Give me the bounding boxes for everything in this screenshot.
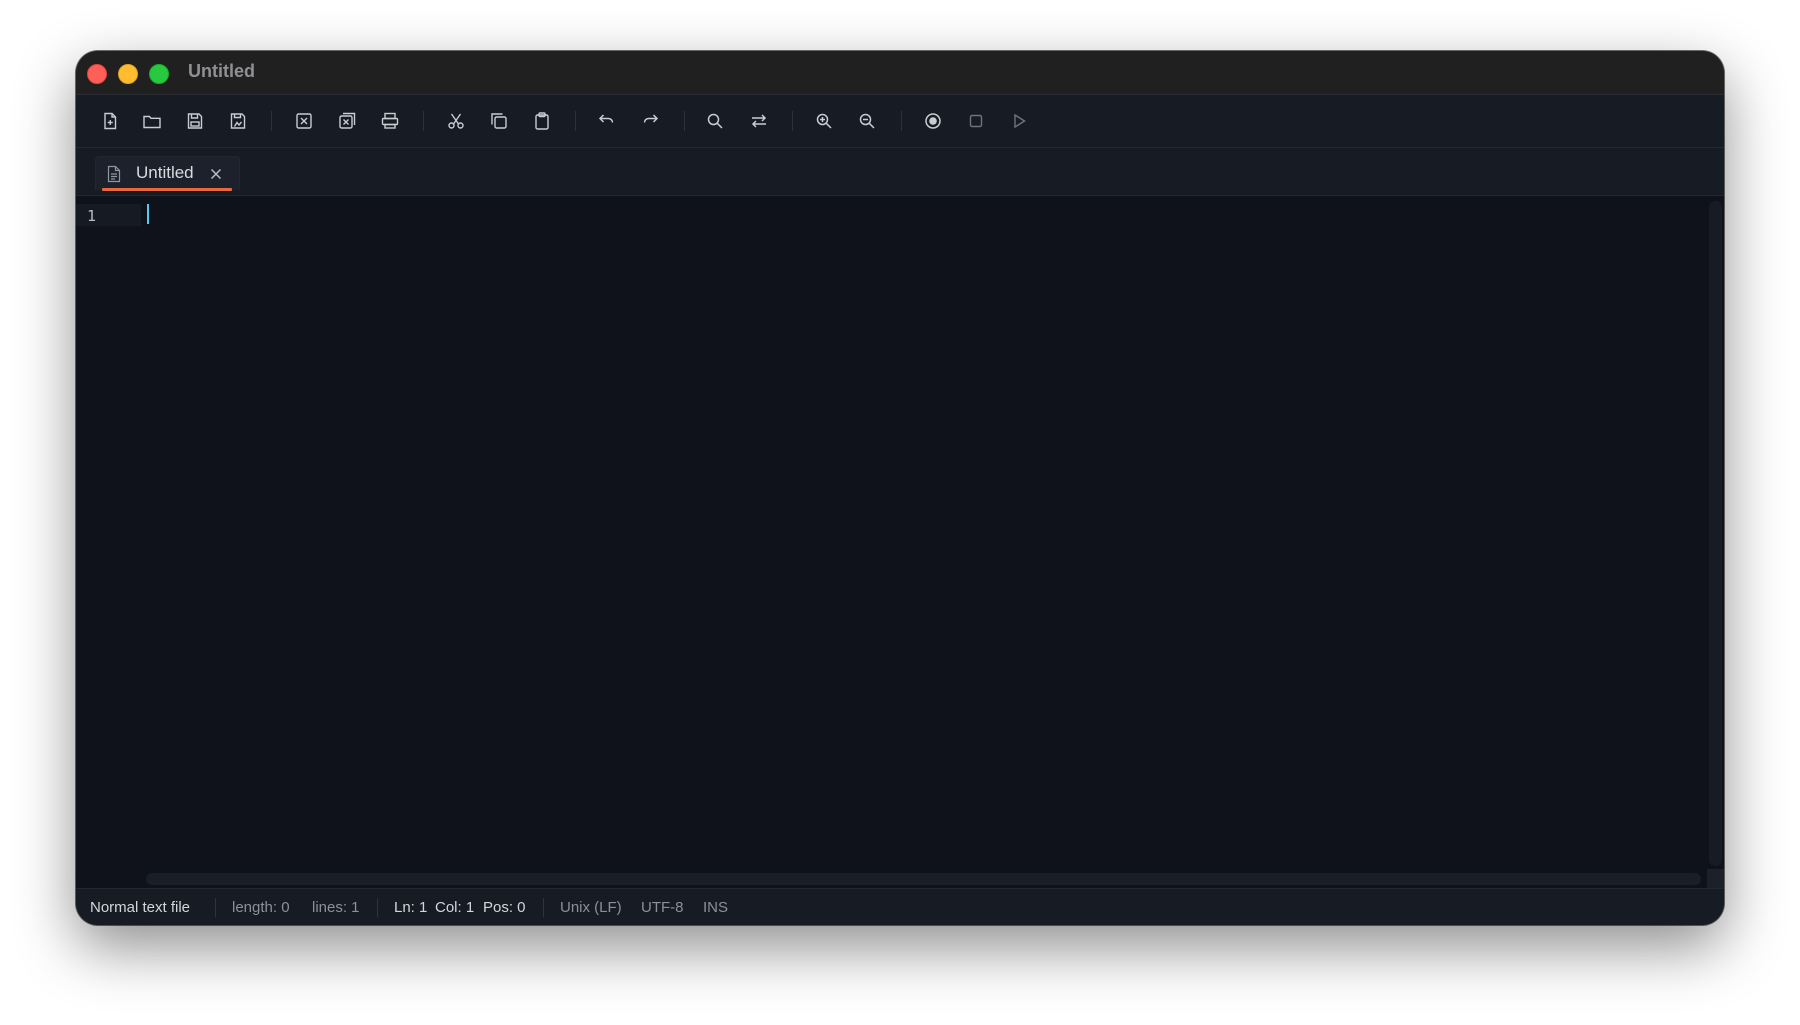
folder-icon: [143, 115, 161, 129]
maximize-window-button[interactable]: [149, 64, 169, 84]
record-macro-button[interactable]: [919, 107, 947, 135]
search-icon: [707, 113, 723, 129]
replace-button[interactable]: [745, 107, 773, 135]
line-number: 1: [87, 207, 97, 225]
vertical-scrollbar[interactable]: [1709, 201, 1722, 866]
toolbar-separator: [792, 111, 793, 131]
play-macro-button[interactable]: [1005, 107, 1033, 135]
toolbar-separator: [575, 111, 576, 131]
new-file-icon: [104, 112, 117, 130]
status-bar: Normal text file length: 0 lines: 1 Ln: …: [76, 888, 1724, 925]
scissors-icon: [448, 113, 464, 129]
record-icon: [925, 113, 941, 129]
toolbar-separator: [684, 111, 685, 131]
close-tab-icon[interactable]: [208, 166, 224, 182]
editor-window: Untitled Untitled 1 Normal text file len…: [76, 51, 1724, 925]
status-encoding: UTF-8: [641, 899, 684, 916]
open-file-button[interactable]: [138, 107, 166, 135]
clipboard-icon: [535, 112, 549, 130]
redo-icon: [643, 114, 659, 123]
text-caret: [147, 204, 149, 224]
undo-icon: [598, 114, 614, 123]
zoom-in-icon: [816, 113, 832, 129]
window-title: Untitled: [188, 61, 255, 81]
status-length: length: 0: [232, 899, 290, 916]
document-icon: [107, 165, 121, 183]
tab-untitled[interactable]: Untitled: [95, 156, 240, 191]
close-file-icon: [296, 113, 312, 129]
copy-icon: [491, 113, 507, 129]
status-eol: Unix (LF): [560, 899, 622, 916]
copy-button[interactable]: [485, 107, 513, 135]
print-button[interactable]: [376, 107, 404, 135]
redo-button[interactable]: [637, 107, 665, 135]
status-separator: [377, 898, 378, 917]
zoom-out-icon: [859, 113, 875, 129]
save-button[interactable]: [181, 107, 209, 135]
toolbar-separator: [271, 111, 272, 131]
close-all-button[interactable]: [333, 107, 361, 135]
title-bar[interactable]: Untitled: [76, 51, 1724, 95]
status-position: Pos: 0: [483, 899, 526, 916]
stop-icon: [969, 114, 983, 128]
status-column: Col: 1: [435, 899, 475, 916]
tab-bar: Untitled: [76, 148, 1724, 196]
toolbar-separator: [901, 111, 902, 131]
status-file-type: Normal text file: [90, 899, 191, 916]
minimize-window-button[interactable]: [118, 64, 138, 84]
active-tab-indicator: [102, 188, 232, 191]
status-lines: lines: 1: [312, 899, 360, 916]
status-line: Ln: 1: [394, 899, 428, 916]
current-line-gutter: [76, 204, 141, 226]
undo-button[interactable]: [592, 107, 620, 135]
find-button[interactable]: [701, 107, 729, 135]
status-mode: INS: [703, 899, 729, 916]
print-icon: [381, 112, 399, 129]
save-all-icon: [230, 113, 246, 129]
zoom-in-button[interactable]: [810, 107, 838, 135]
text-editor-area[interactable]: 1: [76, 196, 1724, 888]
replace-icon: [751, 114, 767, 128]
scrollbar-corner: [1707, 869, 1724, 888]
new-file-button[interactable]: [96, 107, 124, 135]
zoom-out-button[interactable]: [853, 107, 881, 135]
toolbar: [76, 95, 1724, 148]
status-separator: [543, 898, 544, 917]
play-icon: [1014, 113, 1026, 129]
toolbar-separator: [423, 111, 424, 131]
stop-macro-button[interactable]: [962, 107, 990, 135]
close-window-button[interactable]: [87, 64, 107, 84]
close-all-icon: [339, 112, 356, 129]
horizontal-scrollbar[interactable]: [146, 873, 1701, 885]
tab-label: Untitled: [136, 163, 194, 182]
save-all-button[interactable]: [224, 107, 252, 135]
status-separator: [215, 898, 216, 917]
save-icon: [187, 113, 203, 129]
cut-button[interactable]: [442, 107, 470, 135]
close-file-button[interactable]: [290, 107, 318, 135]
paste-button[interactable]: [528, 107, 556, 135]
